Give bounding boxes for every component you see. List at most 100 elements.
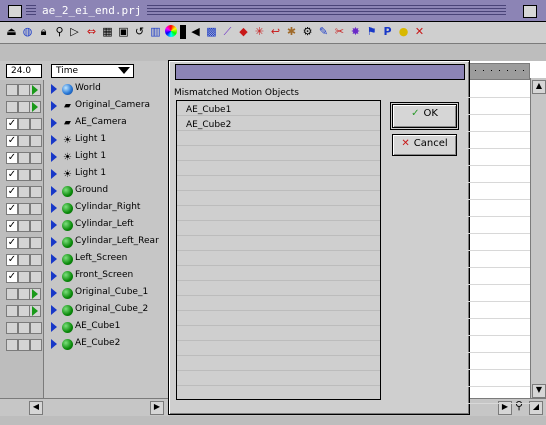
flag-icon[interactable]: ⚑ <box>365 25 378 39</box>
list-item[interactable]: ✓ Ground <box>0 183 168 200</box>
expand-triangle-icon[interactable] <box>51 152 57 162</box>
play-track-icon[interactable] <box>30 288 41 300</box>
save-icon[interactable]: ▣ <box>117 25 130 39</box>
marker-icon[interactable]: ✕ <box>413 25 426 39</box>
list-item[interactable]: Original_Cube_1 <box>0 285 168 302</box>
cross-icon[interactable]: ✳ <box>253 25 266 39</box>
lock-icon[interactable] <box>18 322 30 334</box>
close-box[interactable] <box>8 5 22 18</box>
dish-icon[interactable]: ⚙ <box>301 25 314 39</box>
play-track-icon[interactable] <box>30 84 41 96</box>
ok-button[interactable]: ✓ OK <box>390 102 459 130</box>
mismatched-objects-list[interactable]: AE_Cube1 AE_Cube2 <box>176 100 381 400</box>
track-box[interactable] <box>30 118 42 130</box>
visibility-box[interactable] <box>6 84 18 96</box>
visibility-checkbox[interactable]: ✓ <box>6 220 18 232</box>
lock-icon[interactable] <box>18 101 30 113</box>
list-item[interactable]: World <box>0 81 168 98</box>
track-box[interactable] <box>30 152 42 164</box>
visibility-checkbox[interactable]: ✓ <box>6 152 18 164</box>
expand-triangle-icon[interactable] <box>51 118 57 128</box>
film-icon[interactable]: ▦ <box>101 25 114 39</box>
magnifier-icon[interactable]: ⚲ <box>53 25 66 39</box>
list-item[interactable]: Original_Cube_2 <box>0 302 168 319</box>
p-icon[interactable]: P <box>381 25 394 39</box>
visibility-box[interactable] <box>6 305 18 317</box>
lock-icon[interactable] <box>18 271 30 283</box>
visibility-box[interactable] <box>6 288 18 300</box>
resize-icon[interactable]: ◢ <box>529 401 543 415</box>
figure-icon[interactable]: ✱ <box>285 25 298 39</box>
list-item[interactable]: ✓ Cylindar_Left_Rear <box>0 234 168 251</box>
expand-triangle-icon[interactable] <box>51 237 57 247</box>
expand-triangle-icon[interactable] <box>51 322 57 332</box>
list-item[interactable]: ✓ ☀ Light 1 <box>0 166 168 183</box>
dialog-title-bar[interactable] <box>175 64 465 80</box>
eject-icon[interactable]: ⏏ <box>5 25 18 39</box>
lock-icon[interactable] <box>18 220 30 232</box>
visibility-checkbox[interactable]: ✓ <box>6 237 18 249</box>
list-item[interactable]: AE_Cube1 <box>0 319 168 336</box>
scroll-up-icon[interactable]: ▲ <box>532 80 546 94</box>
window-title-bar[interactable]: ae_2_ei_end.prj <box>0 0 546 22</box>
play-track-icon[interactable] <box>30 101 41 113</box>
visibility-checkbox[interactable]: ✓ <box>6 203 18 215</box>
list-item[interactable]: ✓ ☀ Light 1 <box>0 132 168 149</box>
track-box[interactable] <box>30 237 42 249</box>
visibility-checkbox[interactable]: ✓ <box>6 118 18 130</box>
time-select[interactable]: Time <box>51 64 134 78</box>
track-box[interactable] <box>30 186 42 198</box>
expand-triangle-icon[interactable] <box>51 271 57 281</box>
list-item[interactable]: ✓ ▰ AE_Camera <box>0 115 168 132</box>
network-icon[interactable]: ✸ <box>349 25 362 39</box>
scroll-left-icon[interactable]: ◀ <box>29 401 43 415</box>
track-box[interactable] <box>30 271 42 283</box>
zoom-box[interactable] <box>523 5 537 18</box>
visibility-box[interactable] <box>6 322 18 334</box>
lock-icon[interactable] <box>18 84 30 96</box>
visibility-checkbox[interactable]: ✓ <box>6 169 18 181</box>
vertical-scrollbar[interactable]: ▲ ▼ <box>530 78 546 398</box>
list-item[interactable]: ✓ Left_Screen <box>0 251 168 268</box>
pencil-icon[interactable]: ✎ <box>317 25 330 39</box>
expand-triangle-icon[interactable] <box>51 203 57 213</box>
lock-icon[interactable] <box>18 169 30 181</box>
track-box[interactable] <box>30 339 42 351</box>
lock-icon[interactable] <box>18 118 30 130</box>
tool-icon[interactable]: ✂ <box>333 25 346 39</box>
visibility-checkbox[interactable]: ✓ <box>6 254 18 266</box>
list-item[interactable]: ✓ Cylindar_Left <box>0 217 168 234</box>
lock-icon[interactable] <box>18 339 30 351</box>
track-box[interactable] <box>30 203 42 215</box>
disc-icon[interactable]: ◍ <box>21 25 34 39</box>
color-wheel-icon[interactable] <box>165 25 177 37</box>
expand-triangle-icon[interactable] <box>51 84 57 94</box>
play-icon[interactable]: ▷ <box>68 25 81 39</box>
visibility-checkbox[interactable]: ✓ <box>6 135 18 147</box>
fps-field[interactable]: 24.0 <box>6 64 42 78</box>
list-item[interactable]: ✓ Cylindar_Right <box>0 200 168 217</box>
expand-triangle-icon[interactable] <box>51 220 57 230</box>
expand-triangle-icon[interactable] <box>51 135 57 145</box>
track-box[interactable] <box>30 254 42 266</box>
strip-icon[interactable]: ▥ <box>149 25 162 39</box>
expand-triangle-icon[interactable] <box>51 339 57 349</box>
speaker-icon[interactable]: ◀︎ <box>189 25 202 39</box>
bulb-icon[interactable]: ● <box>397 25 410 39</box>
timeline-ruler[interactable] <box>466 63 530 80</box>
lock-icon[interactable] <box>18 203 30 215</box>
lock-icon[interactable] <box>18 186 30 198</box>
undo-icon[interactable]: ↺ <box>133 25 146 39</box>
bone-icon[interactable]: ◆ <box>237 25 250 39</box>
hook-icon[interactable]: ↩ <box>269 25 282 39</box>
track-box[interactable] <box>30 169 42 181</box>
play-track-icon[interactable] <box>30 305 41 317</box>
lock-icon[interactable] <box>18 237 30 249</box>
list-item[interactable]: AE_Cube2 <box>0 336 168 353</box>
lock-icon[interactable] <box>18 135 30 147</box>
track-box[interactable] <box>30 135 42 147</box>
list-item[interactable]: ✓ ☀ Light 1 <box>0 149 168 166</box>
visibility-box[interactable] <box>6 101 18 113</box>
lock-icon[interactable] <box>18 254 30 266</box>
visibility-checkbox[interactable]: ✓ <box>6 271 18 283</box>
